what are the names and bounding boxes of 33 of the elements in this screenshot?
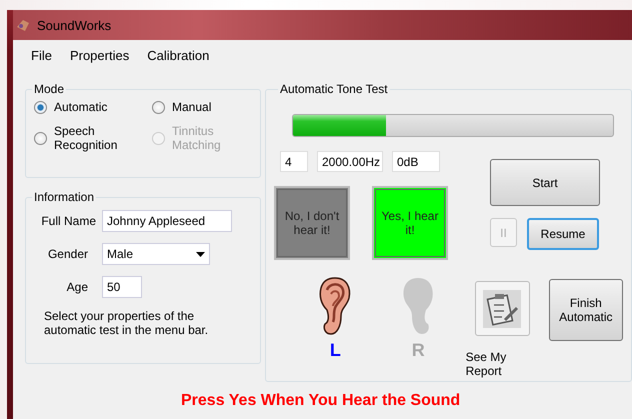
hint-text: Select your properties of the automatic test in the menu bar. — [44, 309, 210, 337]
radio-option[interactable]: Manual — [152, 100, 252, 114]
readout-field: 0dB — [392, 151, 440, 172]
group-title: Automatic Tone Test — [279, 82, 389, 96]
input-field[interactable]: Johnny Appleseed — [102, 210, 232, 232]
radio-option[interactable]: Automatic — [34, 100, 152, 114]
input-field[interactable]: 50 — [102, 276, 142, 298]
readout-field: 4 — [280, 151, 308, 172]
report-label: See My Report — [466, 350, 508, 378]
field-label: Gender — [46, 247, 89, 261]
answer-button[interactable]: Yes, I hear it! — [372, 186, 448, 260]
window-title: SoundWorks — [37, 18, 112, 32]
ear-label: R — [412, 340, 425, 361]
menu-item[interactable]: Properties — [70, 48, 130, 72]
ear-label: L — [330, 340, 341, 361]
menu-item[interactable]: File — [31, 48, 52, 72]
group-title: Mode — [33, 82, 66, 96]
answer-button[interactable]: No, I don't hear it! — [274, 186, 350, 260]
menu-item[interactable]: Calibration — [147, 48, 210, 72]
clipboard-icon — [483, 290, 522, 328]
finish-button[interactable]: Finish Automatic — [548, 279, 623, 341]
field-label: Full Name — [40, 214, 97, 228]
app-icon — [15, 17, 31, 33]
resume-button[interactable]: Resume — [527, 218, 599, 250]
caret-icon — [196, 252, 205, 256]
field-label: Age — [66, 280, 89, 294]
group-title: Information — [33, 190, 96, 204]
gender-dropdown[interactable]: Male — [102, 243, 210, 265]
radio-option[interactable]: Speech Recognition — [34, 124, 152, 152]
start-button[interactable]: Start — [490, 159, 600, 206]
report-button[interactable] — [474, 281, 530, 336]
instruction-text: Press Yes When You Hear the Sound — [180, 392, 462, 410]
readout-field: 2000.00Hz — [317, 151, 383, 172]
